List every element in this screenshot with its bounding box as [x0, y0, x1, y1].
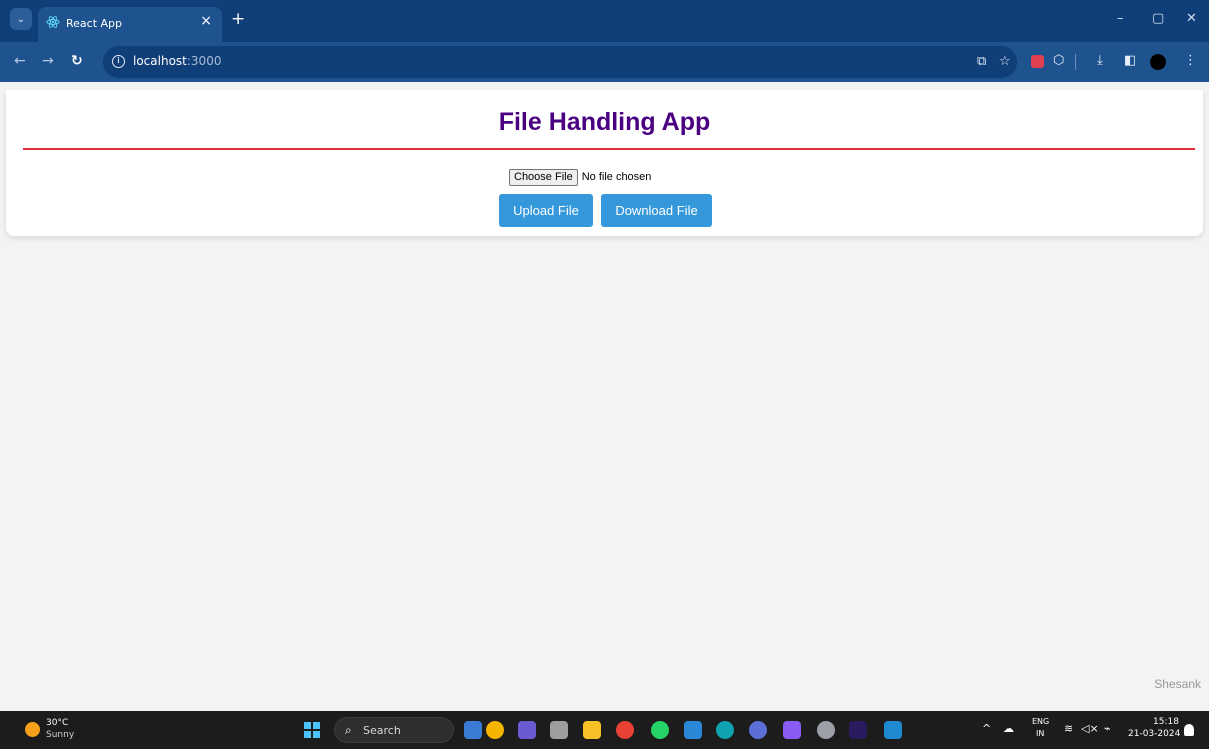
copilot-app-icon[interactable] — [464, 721, 482, 739]
page-viewport: File Handling App Choose File No file ch… — [0, 82, 1209, 711]
notification-bell-icon[interactable] — [1184, 724, 1194, 736]
app-header-card: File Handling App Choose File No file ch… — [6, 90, 1203, 236]
weather-temperature[interactable]: 30°C — [46, 718, 68, 728]
close-window-button[interactable]: ✕ — [1186, 11, 1197, 26]
tab-title: React App — [66, 17, 123, 30]
cast-icon[interactable]: ⧉ — [977, 54, 986, 69]
premiere-pro-icon[interactable] — [849, 721, 867, 739]
side-panel-icon[interactable]: ◧ — [1124, 53, 1136, 68]
tab-close-icon[interactable]: × — [200, 13, 212, 29]
photos-app-icon[interactable] — [518, 721, 536, 739]
vscode-app-icon[interactable] — [884, 721, 902, 739]
microsoft-store-icon[interactable] — [684, 721, 702, 739]
address-bar[interactable]: i localhost:3000 ⧉ ☆ — [103, 46, 1017, 78]
browser-tab-strip: ⌄ React App × + – ▢ ✕ — [0, 0, 1209, 42]
tray-chevron-icon[interactable]: ^ — [982, 722, 991, 735]
url-port: :3000 — [186, 54, 222, 68]
search-label: Search — [363, 724, 401, 737]
browser-toolbar: ← → ↻ i localhost:3000 ⧉ ☆ ⬡ ⤓ ◧ ⋮ — [0, 42, 1209, 82]
reload-icon[interactable]: ↻ — [71, 53, 83, 69]
settings-gear-icon[interactable] — [817, 721, 835, 739]
volume-muted-icon[interactable]: ◁× — [1081, 722, 1099, 735]
url-text[interactable]: localhost:3000 — [133, 54, 221, 68]
search-icon: ⌕ — [345, 723, 352, 737]
language-indicator[interactable]: ENG — [1032, 717, 1049, 726]
restore-button[interactable]: ▢ — [1152, 11, 1164, 26]
extension-icon[interactable] — [1031, 55, 1044, 68]
page-title: File Handling App — [498, 108, 711, 136]
profile-avatar[interactable] — [1150, 54, 1166, 70]
widgets-app-icon[interactable] — [486, 721, 504, 739]
visual-studio-icon[interactable] — [783, 721, 801, 739]
clock-time[interactable]: 15:18 — [1153, 717, 1179, 727]
new-tab-button[interactable]: + — [231, 9, 245, 29]
r-app-icon[interactable] — [749, 721, 767, 739]
url-host: localhost — [133, 54, 187, 68]
weather-description[interactable]: Sunny — [46, 730, 74, 740]
extensions-puzzle-icon[interactable]: ⬡ — [1053, 53, 1064, 68]
choose-file-button[interactable]: Choose File — [509, 168, 578, 186]
file-input[interactable]: Choose File No file chosen — [509, 168, 651, 186]
sun-icon[interactable] — [25, 722, 40, 737]
file-explorer-icon[interactable] — [583, 721, 601, 739]
menu-kebab-icon[interactable]: ⋮ — [1184, 53, 1197, 68]
whatsapp-app-icon[interactable] — [651, 721, 669, 739]
forward-arrow-icon[interactable]: → — [42, 53, 54, 69]
download-icon[interactable]: ⤓ — [1097, 53, 1103, 68]
windows-start-icon[interactable] — [304, 722, 320, 738]
file-status-text: No file chosen — [581, 171, 652, 183]
download-file-button[interactable]: Download File — [601, 194, 712, 227]
battery-icon[interactable]: ⌁ — [1104, 722, 1111, 735]
upload-file-button[interactable]: Upload File — [499, 194, 593, 227]
minimize-button[interactable]: – — [1117, 11, 1124, 26]
taskbar-search[interactable]: ⌕ Search — [334, 717, 454, 743]
title-divider — [23, 148, 1195, 150]
bookmark-star-icon[interactable]: ☆ — [999, 54, 1011, 69]
react-logo-icon — [46, 16, 60, 28]
clock-date[interactable]: 21-03-2024 — [1128, 729, 1180, 739]
onedrive-cloud-icon[interactable]: ☁ — [1003, 722, 1014, 735]
tab-search-chevron-icon[interactable]: ⌄ — [10, 8, 32, 30]
chrome-app-icon[interactable] — [616, 721, 634, 739]
region-indicator[interactable]: IN — [1036, 729, 1044, 738]
back-arrow-icon[interactable]: ← — [14, 53, 26, 69]
task-view-icon[interactable] — [550, 721, 568, 739]
toolbar-divider — [1075, 54, 1076, 70]
edge-app-icon[interactable] — [716, 721, 734, 739]
site-info-icon[interactable]: i — [112, 55, 125, 68]
tab-react-app[interactable]: React App × — [38, 7, 222, 42]
wifi-icon[interactable]: ≋ — [1064, 722, 1073, 735]
footer-author: Shesank — [1154, 677, 1201, 691]
windows-taskbar: 30°C Sunny ⌕ Search ^ ☁ ENG IN ≋ ◁× ⌁ 15… — [0, 711, 1209, 749]
